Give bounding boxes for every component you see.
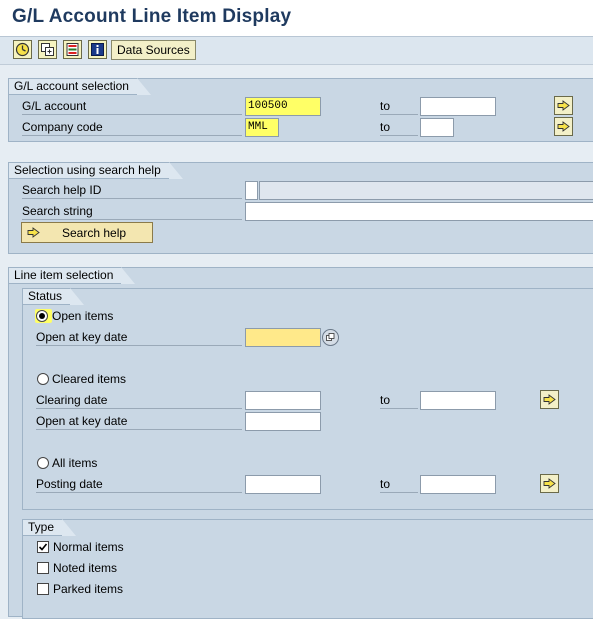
company-code-multiple-selection-button[interactable] — [554, 117, 573, 136]
search-help-id-label: Search help ID — [22, 181, 242, 199]
search-help-button[interactable]: Search help — [21, 222, 153, 243]
line-item-selection-title: Line item selection — [8, 267, 136, 284]
copy-variant-icon — [41, 43, 54, 56]
selection-options-icon — [66, 43, 79, 56]
arrow-right-icon — [27, 227, 40, 238]
data-sources-button[interactable]: Data Sources — [111, 40, 196, 60]
arrow-right-icon — [543, 394, 556, 405]
open-items-label: Open items — [52, 309, 114, 323]
cleared-items-radio-button[interactable] — [37, 373, 49, 385]
company-code-from-input[interactable]: MML — [245, 118, 279, 137]
normal-items-checkbox-box[interactable] — [37, 541, 49, 553]
noted-items-checkbox-box[interactable] — [37, 562, 49, 574]
search-help-button-label: Search help — [62, 225, 127, 240]
parked-items-label: Parked items — [53, 582, 124, 596]
application-toolbar: Data Sources — [0, 37, 593, 65]
open-items-radio-highlight — [35, 309, 52, 323]
posting-date-multiple-selection-button[interactable] — [540, 474, 559, 493]
clock-execute-icon — [15, 42, 30, 57]
type-title: Type — [22, 519, 77, 536]
search-help-title: Selection using search help — [8, 162, 183, 179]
open-key-date-input[interactable] — [245, 328, 321, 347]
get-variant-button[interactable] — [38, 40, 57, 59]
parked-items-checkbox[interactable]: Parked items — [37, 580, 123, 598]
noted-items-label: Noted items — [53, 561, 118, 575]
clearing-date-label: Clearing date — [36, 391, 242, 409]
gl-account-from-input[interactable]: 100500 — [245, 97, 321, 116]
cleared-items-radio[interactable]: Cleared items — [37, 370, 126, 388]
page-title: G/L Account Line Item Display — [12, 6, 292, 27]
arrow-right-icon — [557, 121, 570, 132]
clearing-date-multiple-selection-button[interactable] — [540, 390, 559, 409]
clearing-date-from-input[interactable] — [245, 391, 321, 410]
parked-items-checkbox-box[interactable] — [37, 583, 49, 595]
execute-button[interactable] — [13, 40, 32, 59]
company-code-to-label: to — [380, 118, 418, 136]
gl-account-multiple-selection-button[interactable] — [554, 96, 573, 115]
clearing-date-to-input[interactable] — [420, 391, 496, 410]
search-help-id-description — [259, 181, 593, 200]
open-items-radio[interactable]: Open items — [35, 307, 113, 325]
information-button[interactable] — [88, 40, 107, 59]
calendar-help-button[interactable] — [322, 329, 339, 346]
search-help-id-input[interactable] — [245, 181, 258, 200]
posting-date-to-input[interactable] — [420, 475, 496, 494]
clearing-date-to-label: to — [380, 391, 418, 409]
search-string-label: Search string — [22, 202, 242, 220]
title-bar: G/L Account Line Item Display — [0, 0, 593, 37]
arrow-right-icon — [543, 478, 556, 489]
open-items-radio-button[interactable] — [36, 310, 48, 322]
gl-account-to-label: to — [380, 97, 418, 115]
gl-account-label: G/L account — [22, 97, 242, 115]
posting-date-from-input[interactable] — [245, 475, 321, 494]
normal-items-checkbox[interactable]: Normal items — [37, 538, 124, 556]
posting-date-label: Posting date — [36, 475, 242, 493]
checkmark-icon — [38, 543, 48, 551]
noted-items-checkbox[interactable]: Noted items — [37, 559, 117, 577]
all-items-radio-button[interactable] — [37, 457, 49, 469]
arrow-right-icon — [557, 100, 570, 111]
gl-account-to-input[interactable] — [420, 97, 496, 116]
gl-account-selection-title: G/L account selection — [8, 78, 151, 95]
all-items-label: All items — [52, 456, 98, 470]
selection-options-button[interactable] — [63, 40, 82, 59]
info-icon — [91, 43, 104, 56]
search-string-input[interactable] — [245, 202, 593, 221]
all-items-radio[interactable]: All items — [37, 454, 97, 472]
company-code-label: Company code — [22, 118, 242, 136]
calendar-popup-icon — [326, 333, 335, 341]
posting-date-to-label: to — [380, 475, 418, 493]
normal-items-label: Normal items — [53, 540, 124, 554]
cleared-key-date-input[interactable] — [245, 412, 321, 431]
status-title: Status — [22, 288, 85, 305]
open-key-date-label: Open at key date — [36, 328, 242, 346]
cleared-items-label: Cleared items — [52, 372, 127, 386]
company-code-to-input[interactable] — [420, 118, 454, 137]
cleared-key-date-label: Open at key date — [36, 412, 242, 430]
